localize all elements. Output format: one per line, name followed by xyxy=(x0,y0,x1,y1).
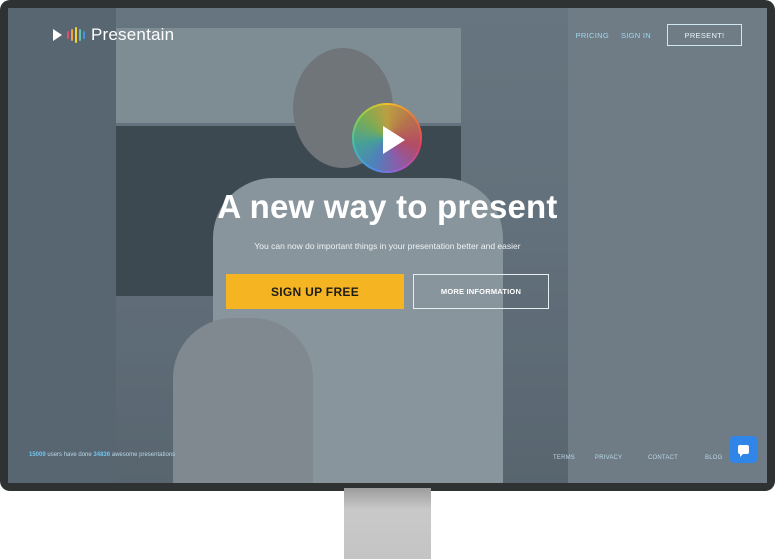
play-icon xyxy=(383,126,405,154)
logo-bar xyxy=(83,31,85,39)
monitor-stand xyxy=(344,488,431,559)
logo-bar xyxy=(79,29,81,41)
more-information-button[interactable]: MORE INFORMATION xyxy=(413,274,549,309)
footer-contact-link[interactable]: CONTACT xyxy=(648,455,705,461)
logo-icon xyxy=(53,27,85,43)
nav-signin-link[interactable]: SIGN IN xyxy=(621,31,651,40)
chat-icon xyxy=(738,445,749,457)
logo-bar xyxy=(67,31,69,39)
present-button[interactable]: PRESENT! xyxy=(667,24,742,46)
presentations-count: 34836 xyxy=(93,452,111,458)
logo-bar xyxy=(71,29,73,41)
nav-pricing-link[interactable]: PRICING xyxy=(576,31,609,40)
stats-text-1: users have done xyxy=(47,452,92,458)
brand-name: Presentain xyxy=(91,25,175,44)
top-nav: PRICING SIGN IN PRESENT! xyxy=(576,24,742,46)
play-video-button[interactable] xyxy=(352,103,422,173)
monitor-frame: Presentain PRICING SIGN IN PRESENT! A ne… xyxy=(0,0,775,491)
footer-privacy-link[interactable]: PRIVACY xyxy=(595,455,648,461)
footer-blog-link[interactable]: BLOG xyxy=(705,455,722,461)
logo-bar xyxy=(75,27,77,43)
users-count: 15009 xyxy=(29,452,46,458)
signup-free-button[interactable]: SIGN UP FREE xyxy=(226,274,404,309)
stats-text-2: awesome presentations xyxy=(111,452,176,458)
usage-stats: 15009 users have done 34836 awesome pres… xyxy=(29,452,175,458)
brand-logo[interactable]: Presentain xyxy=(53,25,174,45)
play-button-inner xyxy=(354,105,420,171)
footer-links: TERMS PRIVACY CONTACT BLOG xyxy=(553,455,722,461)
website-screen: Presentain PRICING SIGN IN PRESENT! A ne… xyxy=(8,8,767,483)
hero-headline: A new way to present xyxy=(217,188,558,225)
logo-play-icon xyxy=(53,29,62,41)
chat-widget-button[interactable] xyxy=(730,436,757,463)
footer-terms-link[interactable]: TERMS xyxy=(553,455,595,461)
hero-subline: You can now do important things in your … xyxy=(254,241,521,251)
